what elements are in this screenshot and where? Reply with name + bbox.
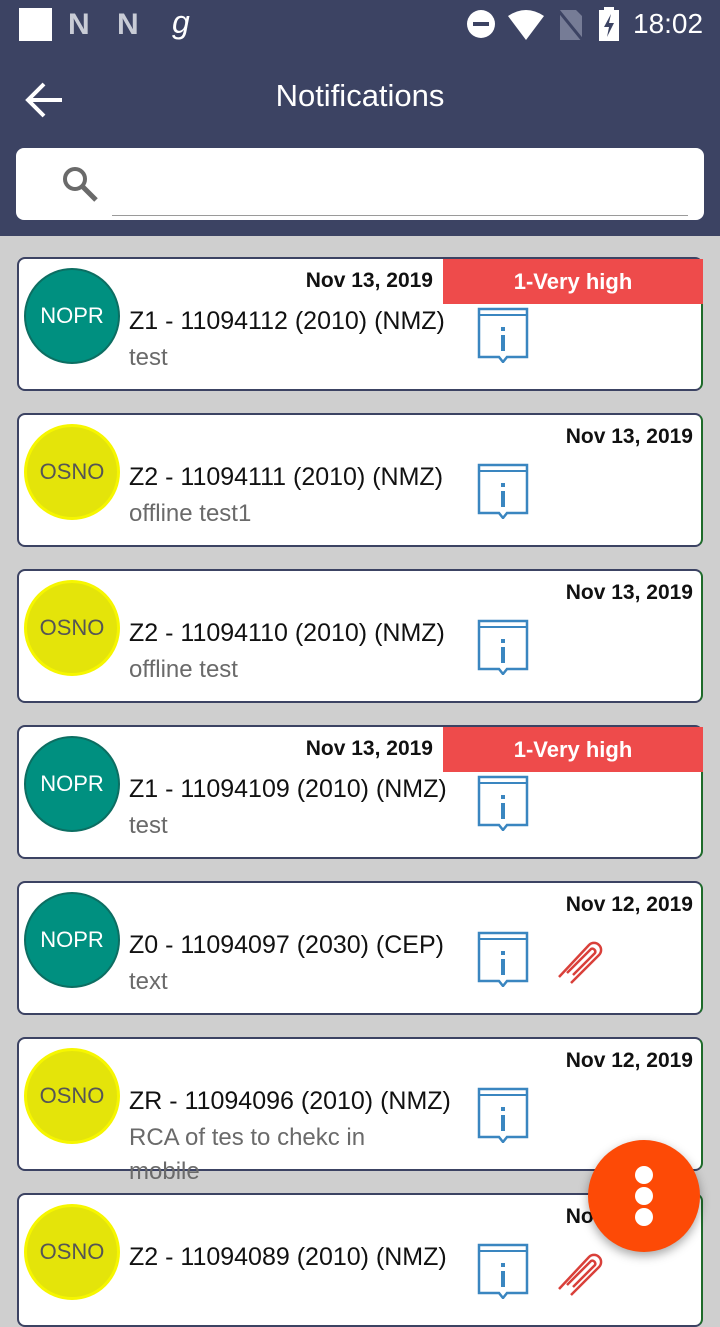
priority-badge: 1-Very high	[443, 259, 703, 304]
info-icon[interactable]	[477, 619, 529, 675]
notification-description: offline test1	[129, 500, 252, 527]
notification-date: Nov 13, 2019	[305, 737, 433, 760]
attachment-icon[interactable]	[553, 1253, 605, 1301]
page-title: Notifications	[275, 78, 445, 113]
notification-title: Z2 - 11094089 (2010) (NMZ)	[129, 1243, 447, 1271]
n-notification-icon: N	[68, 8, 90, 41]
info-icon[interactable]	[477, 1087, 529, 1143]
square-icon	[19, 8, 52, 41]
notification-card[interactable]: OSNO Nov 13, 2019 Z2 - 11094111 (2010) (…	[17, 413, 703, 547]
notification-date: Nov 12, 2019	[565, 1049, 693, 1072]
notification-date: Nov 13, 2019	[565, 581, 693, 604]
search-bar	[16, 148, 704, 220]
notification-card[interactable]: NOPR Nov 13, 2019 1-Very high Z1 - 11094…	[17, 257, 703, 391]
attachment-icon[interactable]	[553, 941, 605, 989]
notification-card[interactable]: OSNO Nov 12, 2019 ZR - 11094096 (2010) (…	[17, 1037, 703, 1185]
type-badge: OSNO	[24, 424, 120, 520]
type-badge: OSNO	[24, 580, 120, 676]
notification-description: test	[129, 344, 168, 371]
notification-date: Nov 13, 2019	[565, 425, 693, 448]
info-icon[interactable]	[477, 931, 529, 987]
type-badge: NOPR	[24, 268, 120, 364]
dnd-icon	[467, 10, 495, 38]
dot	[635, 1208, 653, 1226]
info-icon[interactable]	[477, 463, 529, 519]
battery-charging-icon	[599, 7, 619, 41]
notification-card[interactable]: NOPR Nov 12, 2019 Z0 - 11094097 (2030) (…	[17, 881, 703, 1015]
notification-title: Z2 - 11094111 (2010) (NMZ)	[129, 463, 444, 491]
notification-description: test	[129, 812, 168, 839]
clock: 18:02	[633, 8, 704, 39]
type-badge: OSNO	[24, 1204, 120, 1300]
notification-card[interactable]: OSNO Nov 13, 2019 Z2 - 11094110 (2010) (…	[17, 569, 703, 703]
notification-title: Z1 - 11094112 (2010) (NMZ)	[129, 307, 445, 335]
dot	[635, 1187, 653, 1205]
app-bar: Notifications	[0, 50, 720, 236]
type-badge: OSNO	[24, 1048, 120, 1144]
notification-title: Z0 - 11094097 (2030) (CEP)	[129, 931, 444, 959]
notification-date: Nov 13, 2019	[305, 269, 433, 292]
search-icon	[63, 167, 98, 202]
info-icon[interactable]	[477, 775, 529, 831]
notification-card[interactable]: NOPR Nov 13, 2019 1-Very high Z1 - 11094…	[17, 725, 703, 859]
search-input[interactable]	[112, 160, 688, 216]
wifi-icon	[508, 10, 544, 40]
n-notification-icon: N	[117, 8, 139, 41]
priority-badge: 1-Very high	[443, 727, 703, 772]
more-options-button[interactable]	[588, 1140, 700, 1252]
no-sim-icon	[558, 10, 584, 40]
notification-title: ZR - 11094096 (2010) (NMZ)	[129, 1087, 451, 1115]
notification-title: Z2 - 11094110 (2010) (NMZ)	[129, 619, 445, 647]
notification-description: offline test	[129, 656, 238, 683]
type-badge: NOPR	[24, 736, 120, 832]
type-badge: NOPR	[24, 892, 120, 988]
notification-title: Z1 - 11094109 (2010) (NMZ)	[129, 775, 447, 803]
g-notification-icon: g	[172, 4, 190, 40]
info-icon[interactable]	[477, 1243, 529, 1299]
notification-date: Nov 12, 2019	[565, 893, 693, 916]
status-bar: N N g 18:02	[0, 0, 720, 50]
info-icon[interactable]	[477, 307, 529, 363]
notification-description: text	[129, 968, 168, 995]
notification-description: RCA of tes to chekc in mobile	[129, 1124, 366, 1185]
more-vertical-icon	[635, 1166, 653, 1184]
